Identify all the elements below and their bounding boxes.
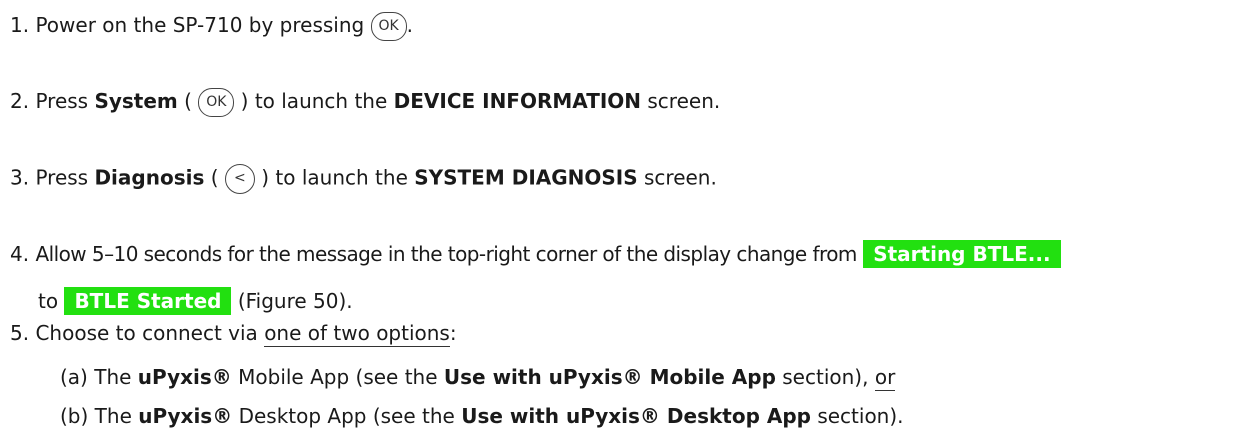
system-label: System	[94, 89, 178, 113]
step-4: 4. Allow 5–10 seconds for the message in…	[10, 240, 1061, 268]
device-information-label: DEVICE INFORMATION	[393, 89, 642, 113]
mobile-app-section-label: Use with uPyxis® Mobile App	[443, 365, 776, 389]
diagnosis-label: Diagnosis	[94, 165, 205, 190]
paren-open: (	[210, 165, 219, 190]
option-label: (a)	[60, 365, 88, 389]
step-text-end: .	[406, 13, 413, 37]
step-text: Press	[35, 165, 89, 190]
step-number: 5.	[10, 321, 30, 345]
step-text-end: screen.	[644, 165, 717, 190]
left-arrow-button-icon: <	[224, 164, 255, 194]
system-diagnosis-label: SYSTEM DIAGNOSIS	[414, 165, 638, 190]
step-text: Press	[35, 89, 89, 113]
option-a: (a) The uPyxis® Mobile App (see the Use …	[60, 364, 896, 391]
option-b: (b) The uPyxis® Desktop App (see the Use…	[60, 403, 904, 429]
desktop-app-section-label: Use with uPyxis® Desktop App	[461, 404, 811, 428]
option-text: section).	[817, 404, 904, 428]
option-text: The	[94, 404, 132, 428]
step-text-end: screen.	[647, 89, 721, 113]
step-text: ) to launch the	[261, 165, 408, 190]
option-text: Mobile App (see the	[238, 365, 438, 389]
option-text: section),	[782, 365, 869, 389]
step-number: 4.	[10, 242, 30, 266]
step-5: 5. Choose to connect via one of two opti…	[10, 320, 457, 347]
paren-open: (	[184, 89, 192, 113]
option-text: The	[94, 365, 132, 389]
or-underlined: or	[874, 365, 896, 391]
step-text: Allow 5–10 seconds for the message in th…	[35, 242, 857, 266]
step-text: Power on the SP-710 by pressing	[35, 13, 365, 37]
option-label: (b)	[60, 404, 89, 428]
step-number: 2.	[10, 89, 30, 113]
step-text: Choose to connect via	[35, 321, 258, 345]
step-text: to	[38, 289, 59, 313]
options-underlined: one of two options	[264, 321, 450, 347]
step-number: 1.	[10, 13, 30, 37]
ok-button-icon: OK	[198, 88, 235, 117]
upyxis-label: uPyxis®	[138, 404, 233, 428]
step-text: ) to launch the	[240, 89, 388, 113]
step-text-end: :	[449, 321, 457, 345]
step-1: 1. Power on the SP-710 by pressing OK.	[10, 12, 413, 41]
step-2: 2. Press System ( OK ) to launch the DEV…	[10, 88, 720, 117]
figure-reference: (Figure 50).	[237, 289, 353, 313]
upyxis-label: uPyxis®	[137, 365, 232, 389]
step-4-continued: to BTLE Started (Figure 50).	[38, 287, 353, 315]
step-number: 3.	[10, 165, 30, 190]
starting-btle-tag: Starting BTLE...	[863, 240, 1061, 268]
step-3: 3. Press Diagnosis ( < ) to launch the S…	[10, 164, 717, 194]
btle-started-tag: BTLE Started	[64, 287, 232, 315]
ok-button-icon: OK	[370, 12, 407, 41]
option-text: Desktop App (see the	[238, 404, 455, 428]
